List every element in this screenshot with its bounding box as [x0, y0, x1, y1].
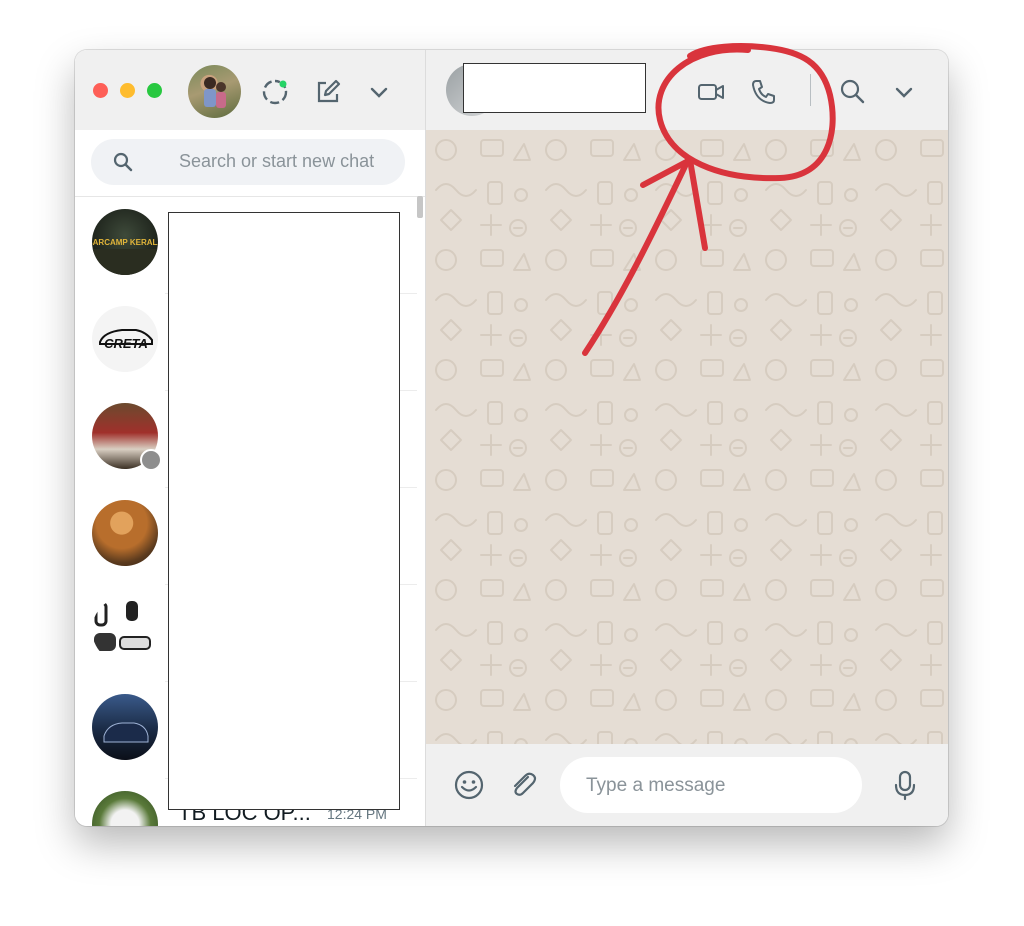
- chat-avatar: [92, 791, 158, 826]
- search-icon[interactable]: [838, 77, 868, 107]
- svg-text:CRETA: CRETA: [104, 336, 148, 351]
- message-input[interactable]: [584, 774, 848, 798]
- chat-avatar: [92, 597, 158, 663]
- attach-icon[interactable]: [506, 768, 540, 802]
- doodle-pattern-icon: [426, 130, 948, 744]
- header-divider: [810, 74, 811, 106]
- new-chat-icon[interactable]: [314, 78, 342, 106]
- chat-list-scrollbar[interactable]: [417, 196, 423, 218]
- microphone-icon[interactable]: [888, 768, 922, 802]
- zoom-window-button[interactable]: [147, 83, 162, 98]
- search-icon: [113, 152, 133, 172]
- conversation-background: [426, 130, 948, 744]
- profile-photo-icon: [204, 77, 226, 108]
- chat-avatar: [92, 500, 158, 566]
- chat-avatar: CRETA: [92, 306, 158, 372]
- search-input[interactable]: [177, 150, 401, 173]
- close-window-button[interactable]: [93, 83, 108, 98]
- conversation-header: [426, 50, 948, 130]
- svg-text:BARCAMP KERALA: BARCAMP KERALA: [92, 238, 158, 247]
- video-call-icon[interactable]: [696, 77, 726, 107]
- conversation-pane: [426, 50, 948, 826]
- redacted-contact-name: [463, 63, 646, 113]
- message-composer: [426, 744, 948, 826]
- message-box[interactable]: [560, 757, 862, 813]
- redaction-box: [168, 212, 400, 810]
- app-window: BARCAMP KERALA CRETA: [75, 50, 948, 826]
- chevron-down-icon[interactable]: [365, 78, 393, 106]
- chat-list-pane: BARCAMP KERALA CRETA: [75, 50, 426, 826]
- voice-call-icon[interactable]: [748, 77, 778, 107]
- left-header: [75, 50, 425, 130]
- minimize-window-button[interactable]: [120, 83, 135, 98]
- muted-badge-icon: [140, 449, 162, 471]
- profile-avatar[interactable]: [188, 65, 241, 118]
- chevron-down-icon[interactable]: [889, 77, 919, 107]
- chat-avatar: [92, 694, 158, 760]
- chat-avatar: BARCAMP KERALA: [92, 209, 158, 275]
- emoji-icon[interactable]: [452, 768, 486, 802]
- status-icon[interactable]: [261, 78, 289, 106]
- search-bar[interactable]: [91, 139, 405, 185]
